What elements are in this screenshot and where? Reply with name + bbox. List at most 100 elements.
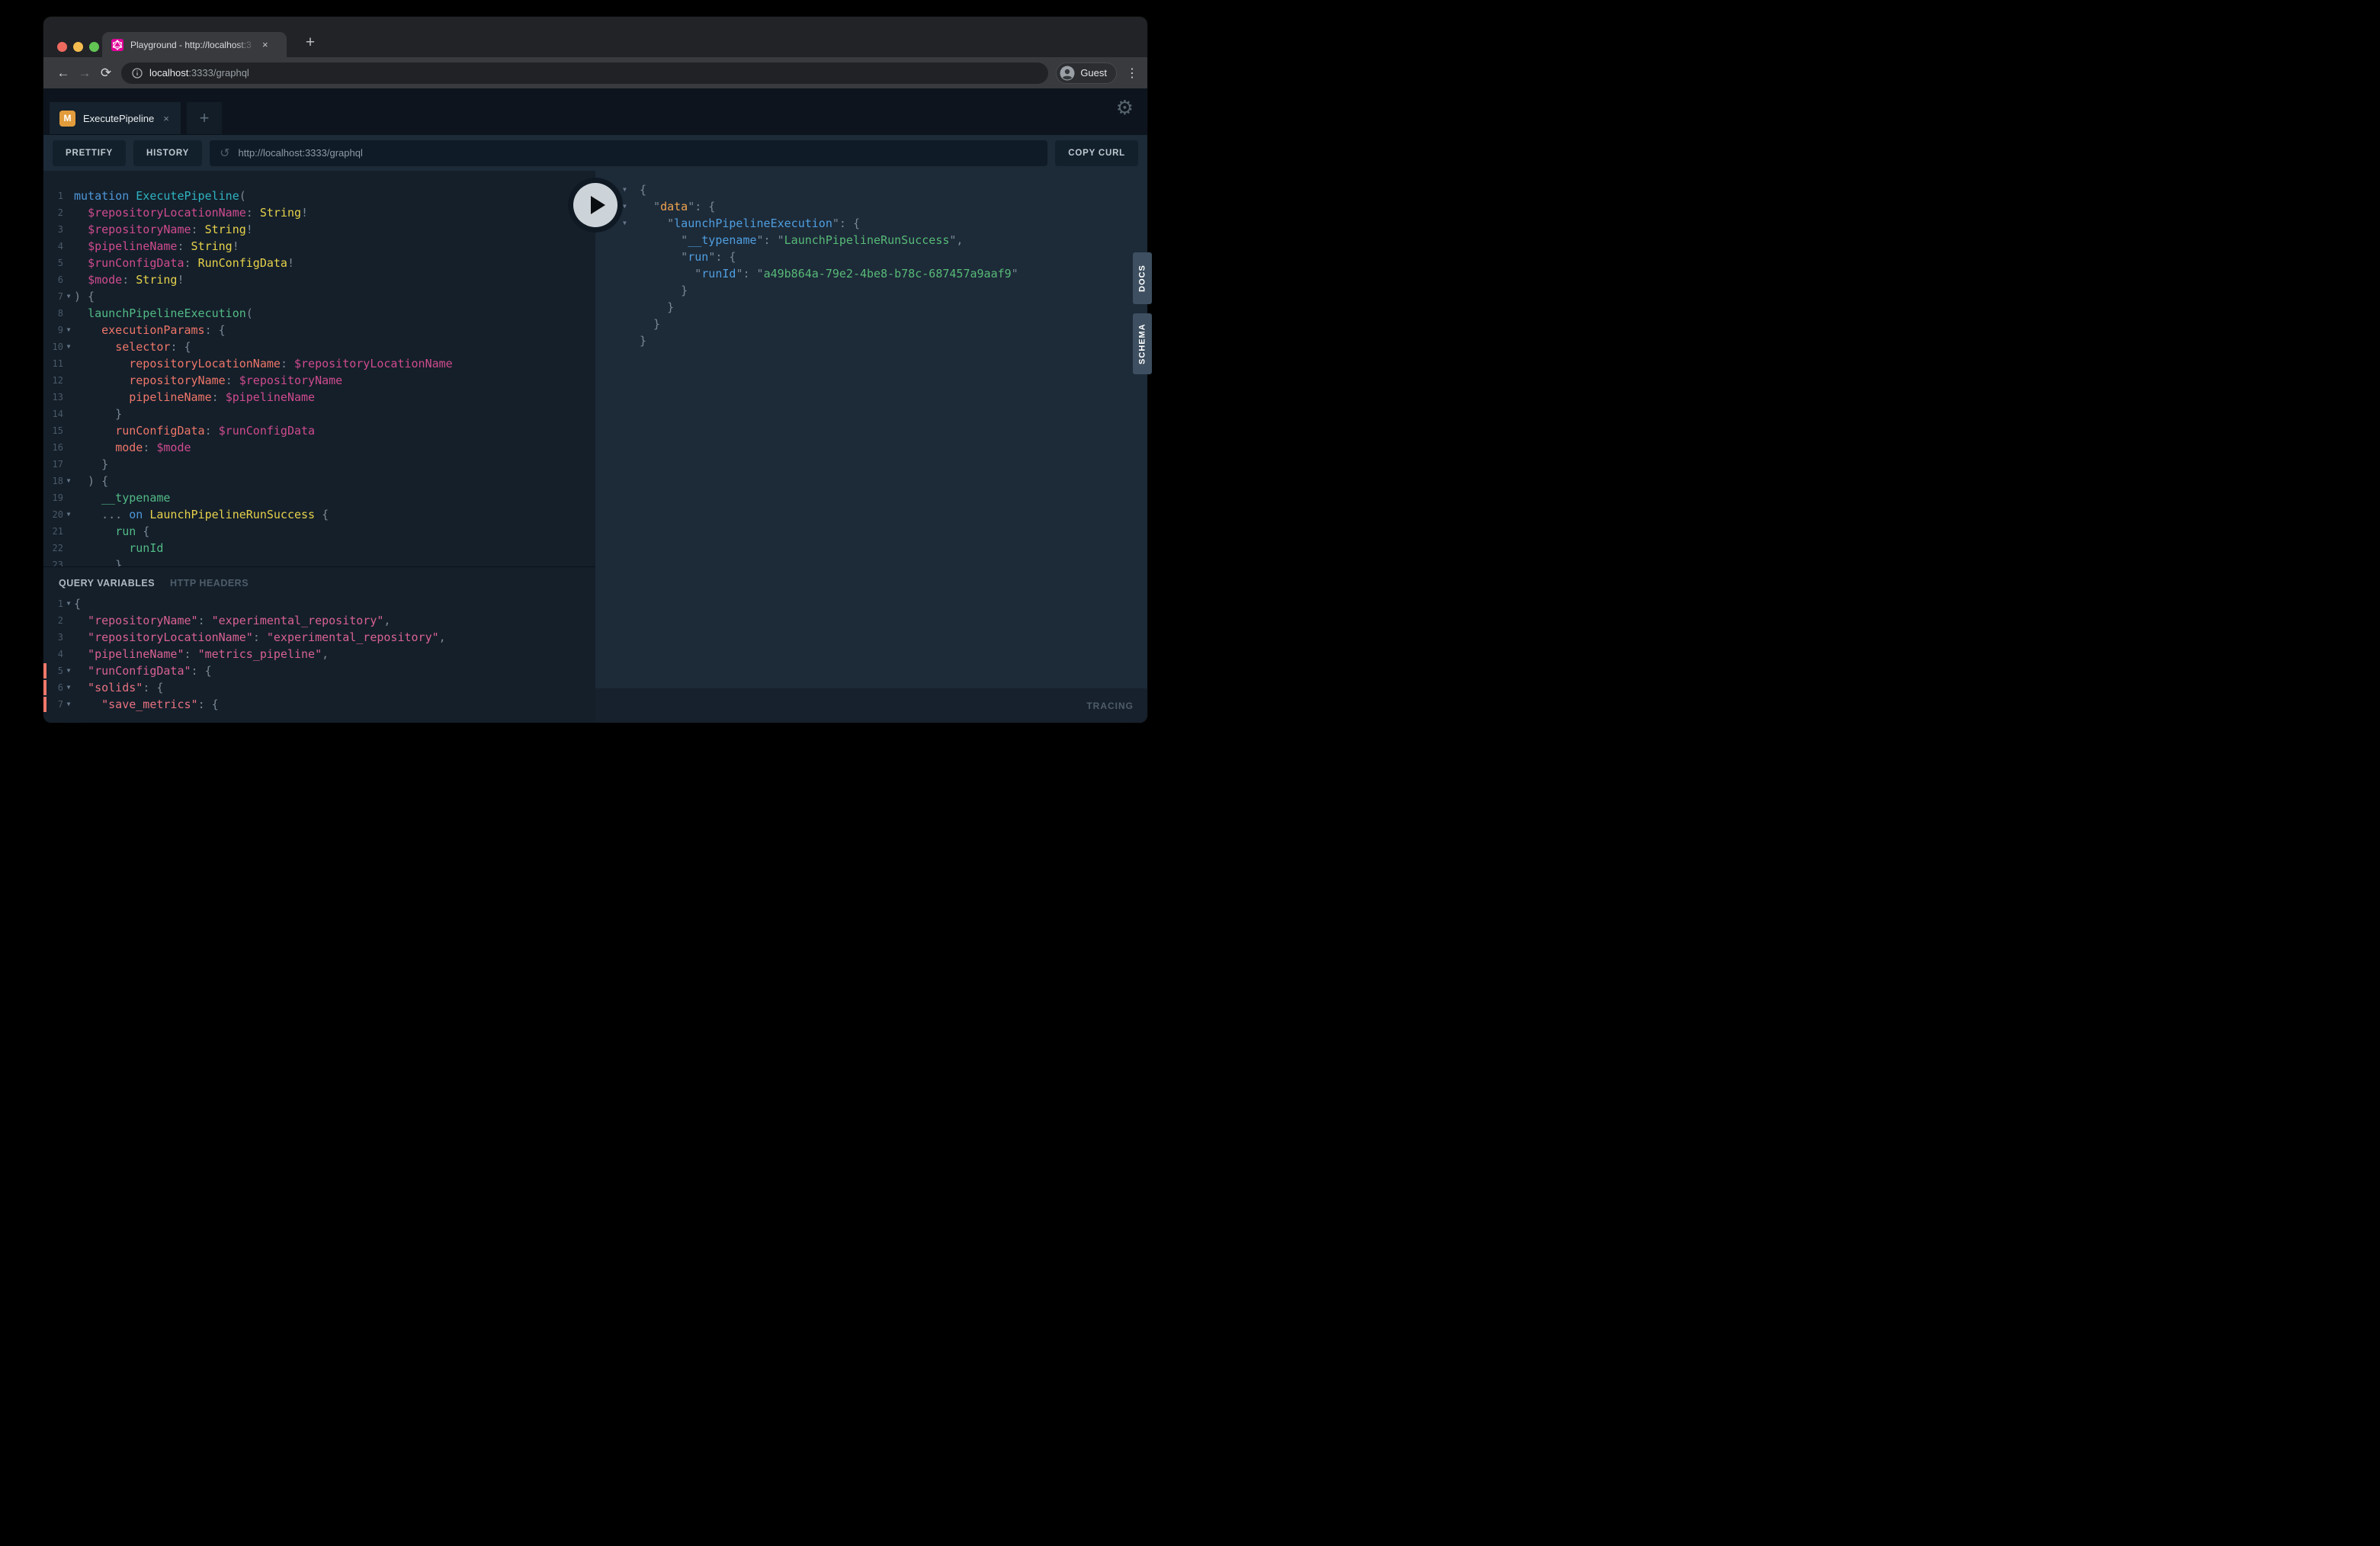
playground-toolbar: PRETTIFY HISTORY ↺ http://localhost:3333…	[43, 134, 1147, 171]
code-line: 14 }	[43, 406, 595, 422]
token-var: $repositoryLocationName	[294, 357, 453, 370]
browser-window: Playground - http://localhost:3 × + ← → …	[43, 17, 1147, 723]
token-pun: :	[226, 374, 239, 387]
tab-execute-pipeline[interactable]: M ExecutePipeline ×	[50, 102, 181, 134]
token-prop: runConfigData	[115, 424, 204, 438]
fold-arrow-icon[interactable]: ▼	[63, 506, 74, 523]
fold-arrow-icon[interactable]: ▼	[63, 696, 74, 713]
fold-arrow-icon[interactable]: ▼	[63, 662, 74, 679]
token-pun	[74, 239, 88, 253]
code-text: "data": {	[640, 198, 1147, 215]
token-pun: :	[177, 239, 191, 253]
token-pun: }	[74, 407, 122, 421]
fold-spacer	[623, 332, 640, 349]
avatar-icon	[1060, 66, 1075, 81]
token-pun	[74, 206, 88, 220]
code-line: 7▼) {	[43, 288, 595, 305]
tab-http-headers[interactable]: HTTP HEADERS	[170, 578, 249, 589]
token-typ: String	[136, 273, 177, 287]
browser-tab[interactable]: Playground - http://localhost:3 ×	[102, 32, 287, 57]
browser-tab-title: Playground - http://localhost:3	[130, 40, 255, 50]
token-key: launchPipelineExecution	[674, 217, 832, 230]
schema-side-tab[interactable]: SCHEMA	[1133, 313, 1152, 374]
maximize-window-button[interactable]	[89, 42, 99, 52]
playground: M ExecutePipeline × + ⚙ PRETTIFY HISTORY…	[43, 88, 1147, 723]
code-text: $mode: String!	[74, 271, 595, 288]
fold-arrow-icon[interactable]: ▼	[63, 288, 74, 305]
code-line: 9▼ executionParams: {	[43, 322, 595, 338]
copy-curl-button[interactable]: COPY CURL	[1055, 140, 1138, 166]
fold-arrow-icon[interactable]: ▼	[63, 595, 74, 612]
fold-arrow-icon[interactable]: ▼	[63, 338, 74, 355]
back-icon[interactable]: ←	[53, 66, 74, 81]
fold-spacer	[63, 422, 74, 439]
code-line: 1▼{	[43, 595, 595, 612]
code-text: repositoryName: $repositoryName	[74, 372, 595, 389]
browser-menu-icon[interactable]: ⋮	[1126, 66, 1138, 81]
tab-close-icon[interactable]: ×	[163, 113, 169, 124]
token-fld: run	[115, 524, 136, 538]
token-pun	[74, 424, 115, 438]
fold-arrow-icon[interactable]: ▼	[63, 322, 74, 338]
fold-arrow-icon[interactable]: ▼	[623, 181, 640, 198]
line-number: 20	[43, 506, 63, 523]
settings-gear-icon[interactable]: ⚙	[1116, 97, 1134, 120]
token-pun: :	[198, 614, 212, 627]
token-pun	[74, 306, 88, 320]
code-text: mode: $mode	[74, 439, 595, 456]
code-line: 13 pipelineName: $pipelineName	[43, 389, 595, 406]
fold-arrow-icon[interactable]: ▼	[63, 473, 74, 489]
forward-icon[interactable]: →	[74, 66, 95, 81]
execute-button[interactable]	[568, 178, 623, 233]
query-editor[interactable]: 1mutation ExecutePipeline(2 $repositoryL…	[43, 171, 595, 566]
code-line: 3 "repositoryLocationName": "experimenta…	[43, 629, 595, 646]
token-var: $repositoryName	[88, 223, 191, 236]
token-pun: ,	[322, 647, 329, 661]
profile-button[interactable]: Guest	[1056, 63, 1117, 84]
token-pk: "repositoryName"	[74, 614, 198, 627]
token-pun: !	[246, 223, 253, 236]
token-typ: RunConfigData	[198, 256, 287, 270]
token-pun: "	[640, 233, 688, 247]
result-viewer: ▼{▼ "data": {▼ "launchPipelineExecution"…	[595, 171, 1147, 688]
site-info-icon[interactable]	[132, 68, 143, 79]
tab-close-icon[interactable]: ×	[262, 39, 268, 50]
token-pun: ": {	[832, 217, 860, 230]
tab-query-variables[interactable]: QUERY VARIABLES	[59, 578, 155, 589]
line-number: 4	[43, 238, 63, 255]
code-line: 2 "repositoryName": "experimental_reposi…	[43, 612, 595, 629]
token-pun: }	[640, 317, 660, 331]
code-line: 3 $repositoryName: String!	[43, 221, 595, 238]
fold-arrow-icon[interactable]: ▼	[623, 215, 640, 232]
token-pun: (	[246, 306, 253, 320]
line-number: 23	[43, 556, 63, 566]
token-pun: (	[239, 189, 246, 203]
tracing-label[interactable]: TRACING	[1086, 701, 1134, 711]
address-bar[interactable]: localhost:3333/graphql	[121, 63, 1048, 84]
code-line: 8 launchPipelineExecution(	[43, 305, 595, 322]
close-window-button[interactable]	[57, 42, 67, 52]
line-number: 21	[43, 523, 63, 540]
graphql-favicon-icon	[111, 39, 123, 51]
endpoint-url: http://localhost:3333/graphql	[239, 147, 363, 159]
code-text: $pipelineName: String!	[74, 238, 595, 255]
token-pun: {	[315, 508, 329, 521]
tracing-footer: TRACING	[595, 688, 1147, 723]
reload-icon[interactable]: ⟳	[95, 66, 117, 81]
history-button[interactable]: HISTORY	[133, 140, 202, 166]
minimize-window-button[interactable]	[73, 42, 83, 52]
fold-arrow-icon[interactable]: ▼	[63, 679, 74, 696]
token-pun: :	[281, 357, 294, 370]
prettify-button[interactable]: PRETTIFY	[53, 140, 126, 166]
docs-side-tab[interactable]: DOCS	[1133, 252, 1152, 304]
code-line: }	[595, 299, 1147, 316]
new-tab-button[interactable]: +	[300, 34, 321, 52]
fold-spacer	[63, 629, 74, 646]
variables-editor[interactable]: 1▼{2 "repositoryName": "experimental_rep…	[43, 589, 595, 713]
token-op: ExecutePipeline	[136, 189, 239, 203]
endpoint-input[interactable]: ↺ http://localhost:3333/graphql	[210, 140, 1047, 166]
token-pun: ",	[949, 233, 963, 247]
add-tab-button[interactable]: +	[187, 102, 222, 134]
fold-arrow-icon[interactable]: ▼	[623, 198, 640, 215]
token-pk: "pipelineName"	[74, 647, 184, 661]
